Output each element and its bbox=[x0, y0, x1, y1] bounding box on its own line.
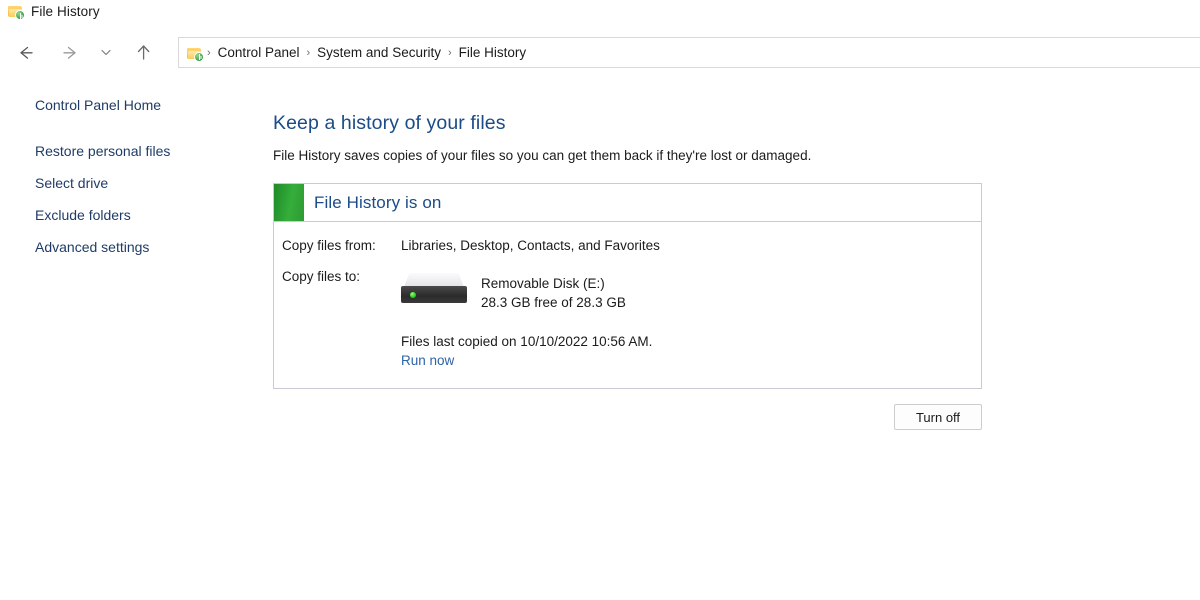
forward-arrow-icon[interactable] bbox=[53, 30, 87, 74]
status-heading: File History is on bbox=[314, 192, 442, 212]
status-panel-body: Copy files from: Libraries, Desktop, Con… bbox=[274, 222, 981, 388]
sidebar-item-restore-personal-files[interactable]: Restore personal files bbox=[0, 142, 258, 160]
sidebar-item-control-panel-home[interactable]: Control Panel Home bbox=[0, 96, 258, 114]
copy-files-from-value: Libraries, Desktop, Contacts, and Favori… bbox=[401, 238, 660, 253]
copy-files-from-label: Copy files from: bbox=[282, 238, 376, 253]
file-history-status-panel: File History is on Copy files from: Libr… bbox=[273, 183, 982, 389]
turn-off-button[interactable]: Turn off bbox=[894, 404, 982, 430]
drive-info: Removable Disk (E:) 28.3 GB free of 28.3… bbox=[481, 271, 626, 312]
main-content: Keep a history of your files File Histor… bbox=[273, 110, 1193, 430]
navigation-toolbar: › Control Panel › System and Security › … bbox=[0, 30, 1200, 74]
chevron-down-icon[interactable] bbox=[92, 30, 120, 74]
back-arrow-icon[interactable] bbox=[8, 30, 42, 74]
last-copied-text: Files last copied on 10/10/2022 10:56 AM… bbox=[401, 334, 653, 349]
copy-files-to-label: Copy files to: bbox=[282, 269, 361, 284]
sidebar-item-exclude-folders[interactable]: Exclude folders bbox=[0, 206, 258, 224]
address-bar[interactable]: › Control Panel › System and Security › … bbox=[178, 37, 1200, 68]
copy-files-from-row: Copy files from: Libraries, Desktop, Con… bbox=[274, 236, 981, 255]
drive-name: Removable Disk (E:) bbox=[481, 276, 605, 291]
button-row: Turn off bbox=[273, 404, 982, 430]
window-title: File History bbox=[31, 3, 100, 19]
copy-files-to-row: Copy files to: Removable Disk (E:) 28.3 … bbox=[274, 267, 981, 312]
breadcrumb-item-file-history[interactable]: File History bbox=[454, 43, 532, 62]
breadcrumb-separator[interactable]: › bbox=[304, 47, 312, 59]
window-title-bar: File History bbox=[0, 0, 1200, 22]
breadcrumb-separator: › bbox=[207, 46, 211, 59]
status-panel-header: File History is on bbox=[274, 184, 981, 222]
sidebar: Control Panel Home Restore personal file… bbox=[0, 96, 258, 270]
sidebar-item-select-drive[interactable]: Select drive bbox=[0, 174, 258, 192]
status-indicator-green-block bbox=[274, 184, 304, 221]
page-title: Keep a history of your files bbox=[273, 112, 506, 134]
sidebar-item-advanced-settings[interactable]: Advanced settings bbox=[0, 238, 258, 256]
file-history-folder-clock-icon bbox=[8, 3, 25, 20]
target-drive: Removable Disk (E:) 28.3 GB free of 28.3… bbox=[401, 271, 981, 312]
breadcrumb-item-control-panel[interactable]: Control Panel bbox=[213, 43, 305, 62]
copy-files-to-value: Removable Disk (E:) 28.3 GB free of 28.3… bbox=[401, 267, 981, 312]
external-hard-drive-icon bbox=[401, 271, 467, 305]
up-arrow-icon[interactable] bbox=[126, 30, 160, 74]
page-description: File History saves copies of your files … bbox=[273, 148, 812, 163]
breadcrumb-file-history-icon bbox=[187, 45, 204, 62]
drive-capacity: 28.3 GB free of 28.3 GB bbox=[481, 295, 626, 310]
run-now-link[interactable]: Run now bbox=[274, 351, 454, 370]
breadcrumb-item-system-and-security[interactable]: System and Security bbox=[312, 43, 446, 62]
breadcrumb-separator[interactable]: › bbox=[446, 47, 454, 59]
